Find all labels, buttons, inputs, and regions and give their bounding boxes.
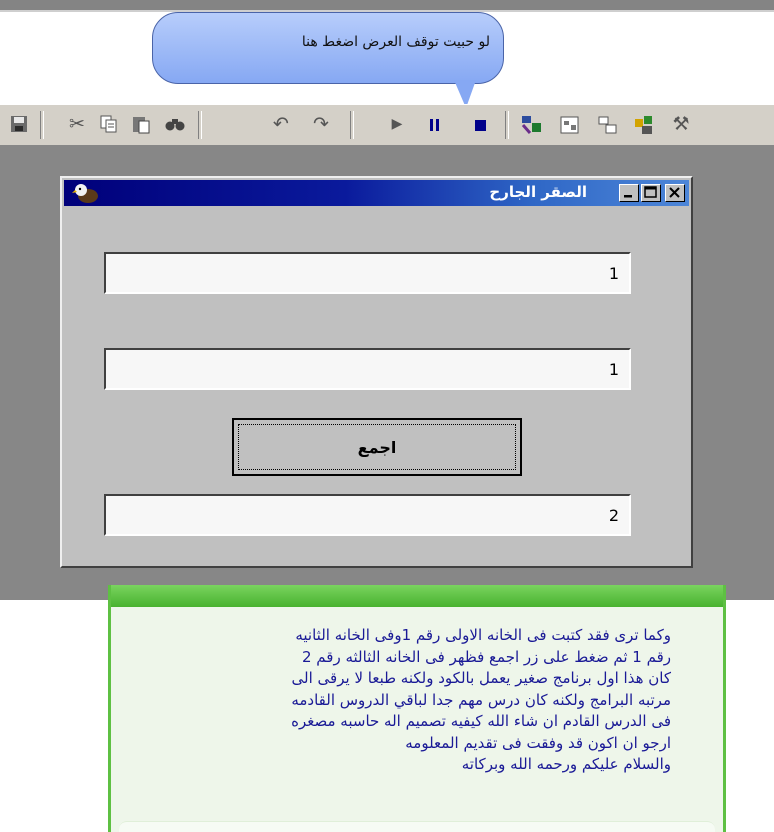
explanation-line: والسلام عليكم ورحمه الله وبركاته xyxy=(461,755,671,773)
add-button[interactable]: اجمع xyxy=(232,418,522,476)
redo-icon[interactable]: ↷ xyxy=(310,113,332,135)
toolbar-separator xyxy=(350,111,354,139)
result-input[interactable]: 2 xyxy=(104,494,631,536)
close-button[interactable] xyxy=(665,184,685,202)
stop-icon[interactable] xyxy=(470,113,492,135)
second-number-input[interactable]: 1 xyxy=(104,348,631,390)
eagle-icon xyxy=(72,182,100,204)
first-number-input[interactable]: 1 xyxy=(104,252,631,294)
add-button-label: اجمع xyxy=(238,424,516,470)
explanation-line: ارجو ان اكون قد وفقت فى تقديم المعلومه xyxy=(405,733,671,752)
explanation-panel-header xyxy=(111,585,723,607)
explanation-line: فى الدرس القادم ان شاء الله كيفيه تصميم … xyxy=(291,712,671,730)
pause-icon[interactable] xyxy=(424,113,446,135)
explanation-line: مرتبه البرامج ولكنه كان درس مهم جدا لباق… xyxy=(291,690,671,709)
window-title: الصقر الجارح xyxy=(489,183,587,201)
explanation-panel-footer xyxy=(119,821,715,832)
explanation-line: كان هذا اول برنامج صغير يعمل بالكود ولكن… xyxy=(291,669,671,687)
object-browser-icon[interactable] xyxy=(632,113,654,135)
toolbox-icon[interactable]: ⚒ xyxy=(670,113,692,135)
paste-icon[interactable] xyxy=(130,113,152,135)
top-strip xyxy=(0,0,774,10)
project-icon[interactable] xyxy=(520,113,542,135)
form-titlebar[interactable]: الصقر الجارح xyxy=(64,180,689,206)
undo-icon[interactable]: ↶ xyxy=(270,113,292,135)
toolbar-separator xyxy=(198,111,202,139)
explanation-line: وكما ترى فقد كتبت فى الخانه الاولى رقم 1… xyxy=(295,626,671,644)
callout-text: لو حبيت توقف العرض اضغط هنا xyxy=(301,34,490,50)
copy-icon[interactable] xyxy=(98,113,120,135)
toolbar-separator xyxy=(505,111,509,139)
explanation-line: رقم 1 ثم ضغط على زر اجمع فظهر فى الخانه … xyxy=(301,647,671,666)
play-icon[interactable]: ▶ xyxy=(386,113,408,135)
cut-icon[interactable]: ✂ xyxy=(66,113,88,135)
toolbar-separator xyxy=(40,111,44,139)
explanation-panel: وكما ترى فقد كتبت فى الخانه الاولى رقم 1… xyxy=(108,585,726,832)
form-layout-icon[interactable] xyxy=(596,113,618,135)
maximize-button[interactable] xyxy=(641,184,661,202)
minimize-button[interactable] xyxy=(619,184,639,202)
properties-icon[interactable] xyxy=(558,113,580,135)
save-icon[interactable] xyxy=(8,113,30,135)
explanation-text: وكما ترى فقد كتبت فى الخانه الاولى رقم 1… xyxy=(131,625,671,776)
find-icon[interactable] xyxy=(164,113,186,135)
form-window: الصقر الجارح 1 1 اجمع 2 xyxy=(60,176,693,568)
ide-toolbar: ✂ ↶ ↷ ▶ ⚒ xyxy=(0,104,774,146)
